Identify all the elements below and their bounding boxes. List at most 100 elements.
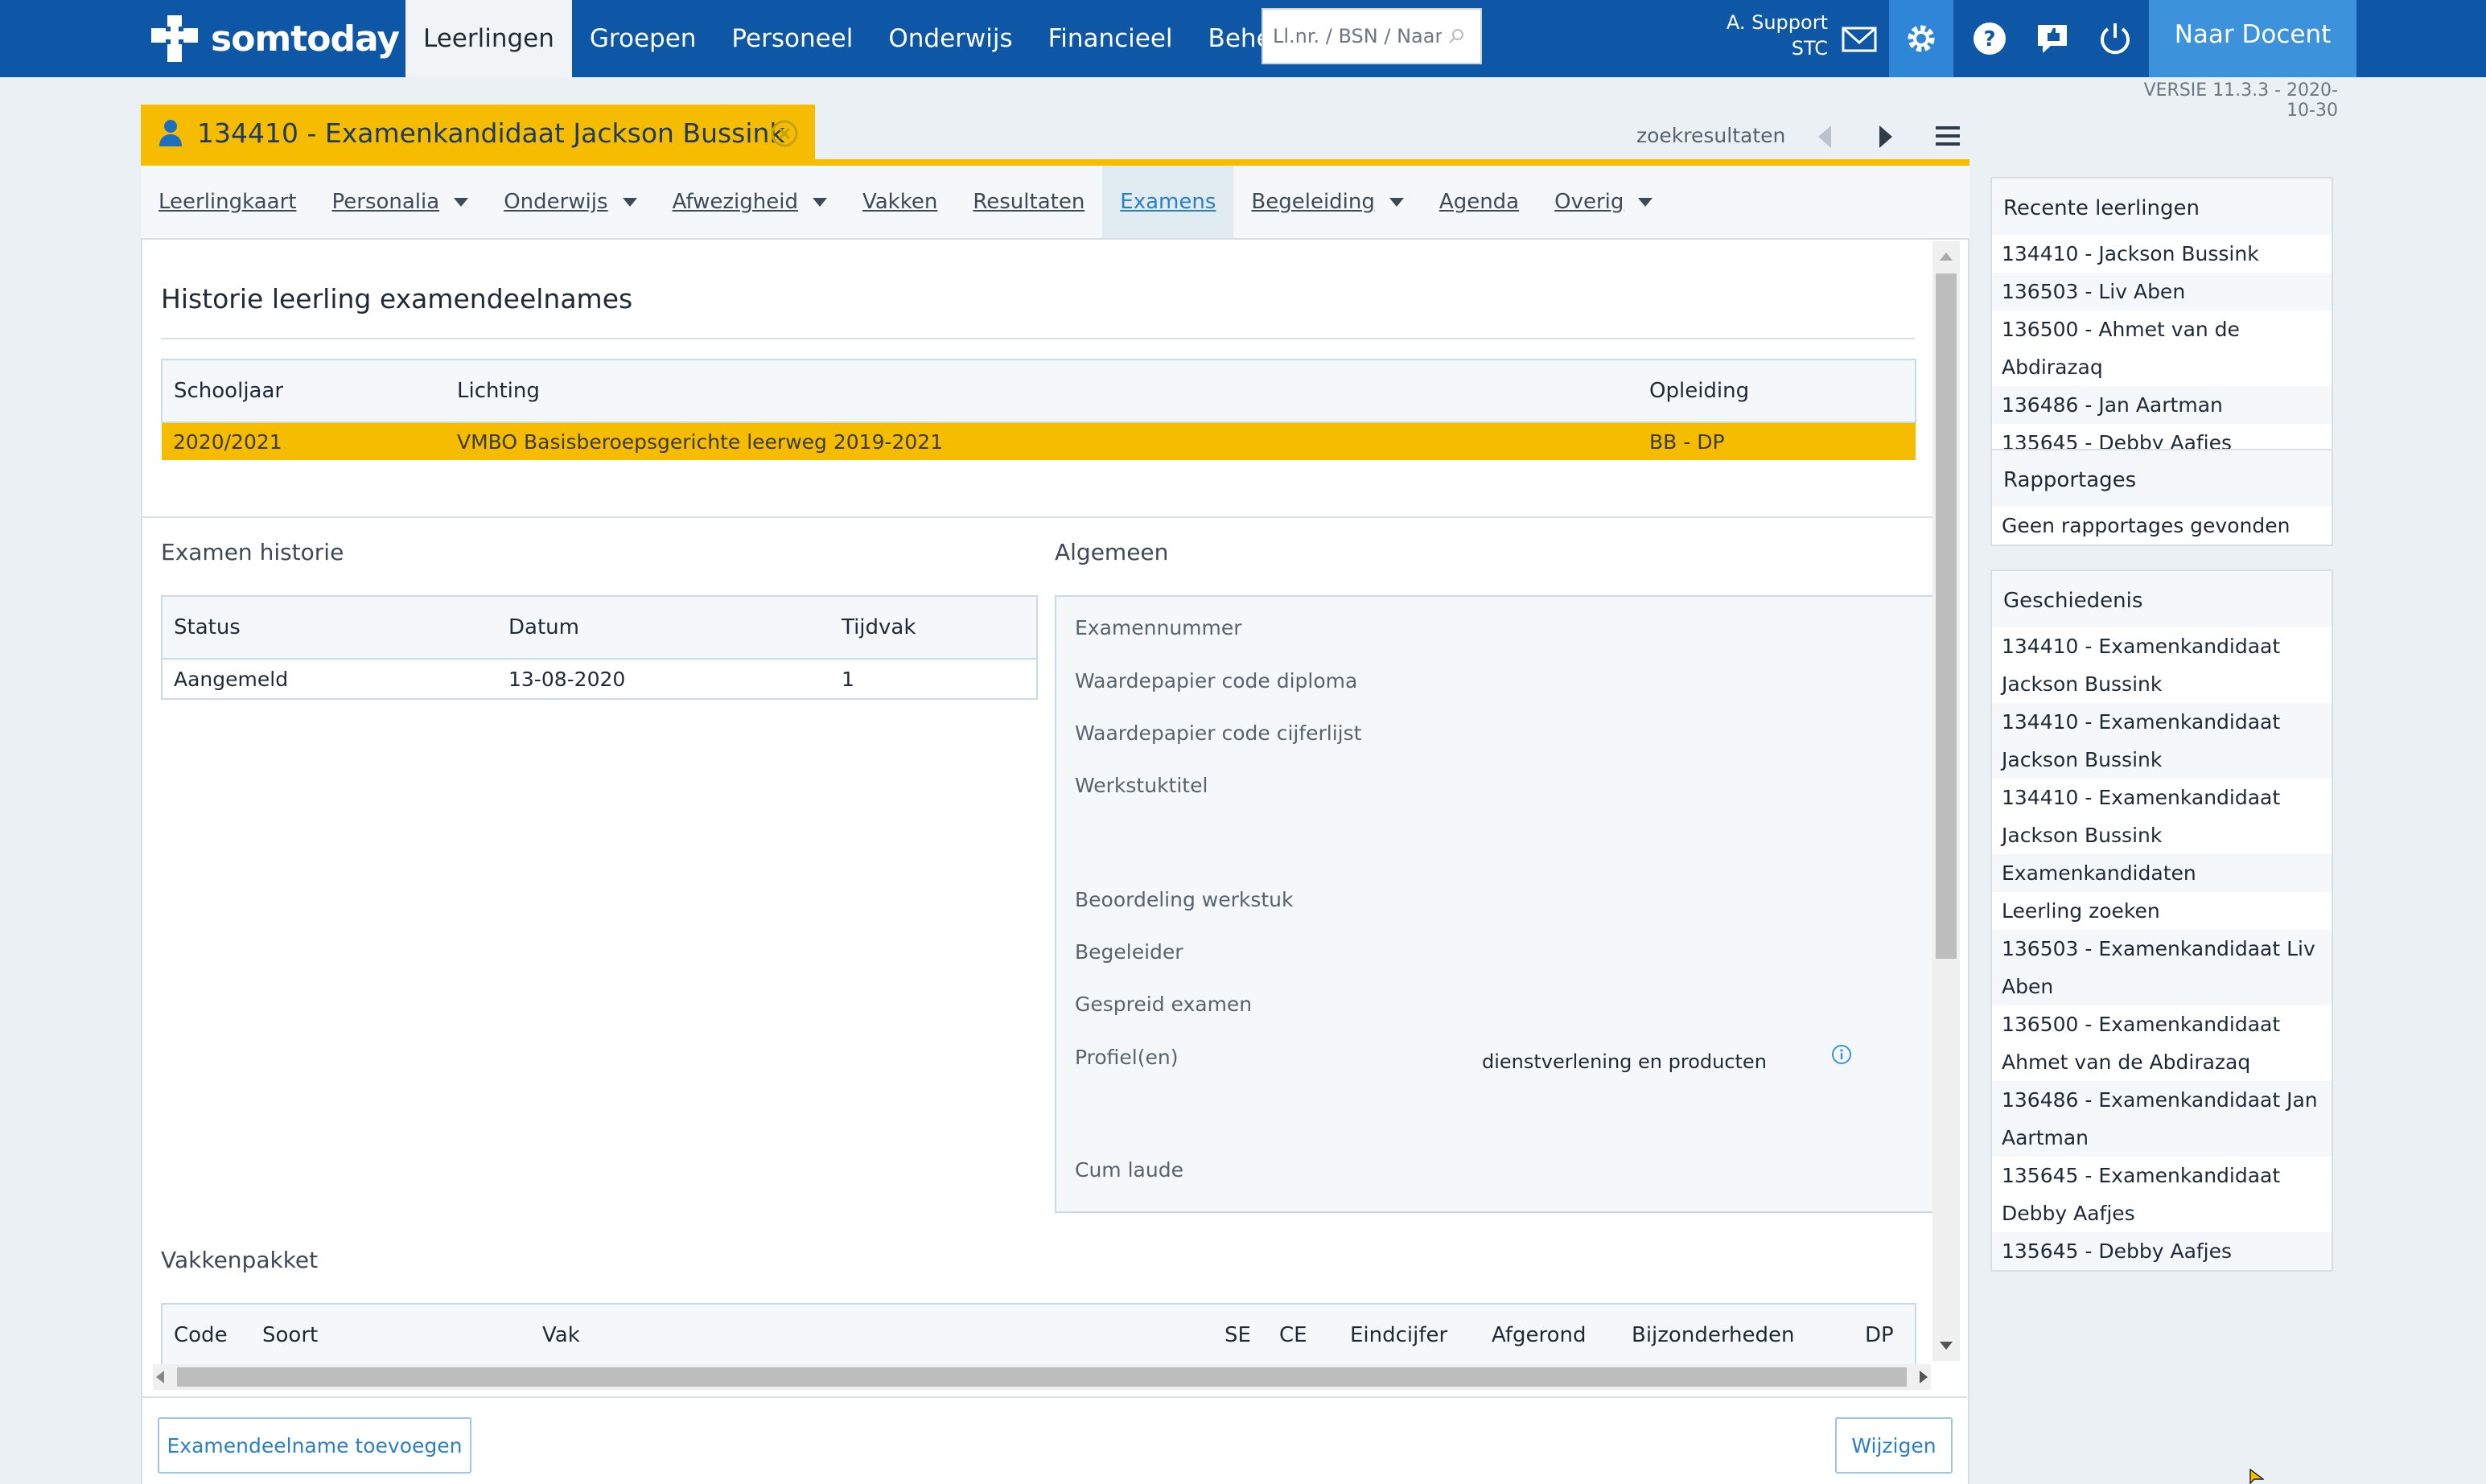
next-arrow-icon[interactable] xyxy=(1876,122,1895,151)
list-item[interactable]: Aartman xyxy=(1992,1119,2332,1157)
column-header[interactable]: Code xyxy=(161,1303,251,1367)
cell-opleiding: BB - DP xyxy=(1638,422,1916,460)
table-row[interactable]: 2020/2021 VMBO Basisberoepsgerichte leer… xyxy=(162,422,1916,460)
version-label: VERSIE 11.3.3 - 2020-10-30 xyxy=(2143,80,2338,121)
examendeelname-toevoegen-button[interactable]: Examendeelname toevoegen xyxy=(158,1417,471,1474)
list-item[interactable]: 134410 - Examenkandidaat xyxy=(1992,779,2332,816)
nav-leerlingen[interactable]: Leerlingen xyxy=(405,0,572,77)
list-item[interactable]: Examenkandidaten xyxy=(1992,854,2332,892)
column-header[interactable]: Lichting xyxy=(446,359,1638,423)
help-button[interactable]: ? xyxy=(1969,0,2010,77)
list-item[interactable]: Jackson Bussink xyxy=(1992,741,2332,779)
caret-down-icon xyxy=(622,197,637,207)
subnav-label: Afwezigheid xyxy=(672,190,798,214)
column-header[interactable]: CE xyxy=(1268,1303,1339,1367)
student-tab[interactable]: 134410 - Examenkandidaat Jackson Bussink xyxy=(141,105,815,161)
subnav-resultaten[interactable]: Resultaten xyxy=(955,166,1102,238)
list-item[interactable]: 134410 - Examenkandidaat xyxy=(1992,703,2332,741)
list-item[interactable]: Jackson Bussink xyxy=(1992,665,2332,703)
tab-underline xyxy=(141,159,1969,166)
list-item[interactable]: Aben xyxy=(1992,968,2332,1005)
student-tab-title: 134410 - Examenkandidaat Jackson Bussink xyxy=(197,117,785,149)
list-item[interactable]: 136486 - Jan Aartman xyxy=(1992,386,2332,424)
list-item[interactable]: 136503 - Liv Aben xyxy=(1992,273,2332,310)
naar-docent-button[interactable]: Naar Docent xyxy=(2149,0,2356,77)
list-item[interactable]: 136486 - Examenkandidaat Jan xyxy=(1992,1081,2332,1119)
wijzigen-button[interactable]: Wijzigen xyxy=(1835,1417,1953,1474)
nav-onderwijs[interactable]: Onderwijs xyxy=(871,0,1030,77)
nav-groepen[interactable]: Groepen xyxy=(572,0,714,77)
subnav-overig[interactable]: Overig xyxy=(1537,166,1670,238)
column-header[interactable]: DP xyxy=(1854,1303,1916,1367)
nav-personeel[interactable]: Personeel xyxy=(714,0,871,77)
column-header[interactable]: Afgerond xyxy=(1480,1303,1620,1367)
scroll-right-arrow-icon[interactable] xyxy=(1920,1371,1928,1383)
recente-leerlingen-card: Recente leerlingen 134410 - Jackson Buss… xyxy=(1990,177,2333,463)
person-icon xyxy=(159,120,182,146)
gear-icon xyxy=(1908,25,1935,52)
logo[interactable]: somtoday xyxy=(150,11,400,66)
settings-button[interactable] xyxy=(1889,0,1953,77)
subnav-label: Vakken xyxy=(862,190,938,214)
table-header: Code Soort Vak SE CE Eindcijfer Afgerond… xyxy=(161,1303,1916,1367)
mail-button[interactable] xyxy=(1839,0,1879,77)
column-header[interactable]: Bijzonderheden xyxy=(1620,1303,1854,1367)
subnav-personalia[interactable]: Personalia xyxy=(315,166,487,238)
list-item[interactable]: Debby Aafjes xyxy=(1992,1194,2332,1232)
column-header[interactable]: SE xyxy=(1213,1303,1268,1367)
label-cum-laude: Cum laude xyxy=(1075,1158,1183,1182)
table-row[interactable]: Aangemeld 13-08-2020 1 xyxy=(161,659,1038,700)
column-header[interactable]: Schooljaar xyxy=(161,359,446,423)
hamburger-menu-icon[interactable] xyxy=(1934,124,1961,148)
label-waardepapier-cijferlijst: Waardepapier code cijferlijst xyxy=(1075,721,1362,745)
subnav-examens[interactable]: Examens xyxy=(1102,166,1234,238)
list-item[interactable]: 136500 - Examenkandidaat xyxy=(1992,1005,2332,1043)
list-item[interactable]: 135645 - Examenkandidaat xyxy=(1992,1157,2332,1194)
column-header[interactable]: Tijdvak xyxy=(830,595,1038,660)
subnav-leerlingkaart[interactable]: Leerlingkaart xyxy=(141,166,315,238)
column-header[interactable]: Soort xyxy=(251,1303,531,1367)
info-icon[interactable] xyxy=(1831,1044,1852,1065)
search-input[interactable] xyxy=(1271,24,1443,48)
scroll-down-arrow-icon[interactable] xyxy=(1940,1342,1953,1350)
previous-arrow-icon[interactable] xyxy=(1815,122,1834,151)
label-begeleider: Begeleider xyxy=(1075,940,1183,964)
subnav-afwezigheid[interactable]: Afwezigheid xyxy=(655,166,845,238)
user-name: A. Support xyxy=(1726,11,1828,34)
column-header[interactable]: Opleiding xyxy=(1638,359,1916,423)
column-header[interactable]: Datum xyxy=(497,595,830,660)
column-header[interactable]: Status xyxy=(161,595,497,660)
vertical-scrollbar[interactable] xyxy=(1932,241,1960,1361)
list-item[interactable]: 136503 - Examenkandidaat Liv xyxy=(1992,930,2332,968)
column-header[interactable]: Eindcijfer xyxy=(1339,1303,1480,1367)
list-item[interactable]: 134410 - Examenkandidaat xyxy=(1992,627,2332,665)
subnav-vakken[interactable]: Vakken xyxy=(845,166,955,238)
list-item[interactable]: Ahmet van de Abdirazaq xyxy=(1992,1043,2332,1081)
scrollbar-thumb[interactable] xyxy=(1936,273,1957,959)
subnav-begeleiding[interactable]: Begeleiding xyxy=(1233,166,1422,238)
user-info[interactable]: A. Support STC xyxy=(1714,10,1828,61)
list-item[interactable]: 136500 - Ahmet van de Abdirazaq xyxy=(1992,310,2332,386)
list-item[interactable]: 134410 - Jackson Bussink xyxy=(1992,235,2332,273)
list-item[interactable]: Leerling zoeken xyxy=(1992,892,2332,930)
feedback-button[interactable] xyxy=(2032,0,2072,77)
subnav-label: Onderwijs xyxy=(504,190,608,214)
label-profielen: Profiel(en) xyxy=(1075,1046,1179,1069)
horizontal-scrollbar[interactable] xyxy=(153,1364,1931,1390)
subnav-onderwijs[interactable]: Onderwijs xyxy=(486,166,654,238)
section-title-vakkenpakket: Vakkenpakket xyxy=(161,1247,319,1273)
close-icon[interactable] xyxy=(770,119,799,148)
scrollbar-thumb[interactable] xyxy=(177,1367,1907,1387)
list-item[interactable]: 135645 - Debby Aafjes xyxy=(1992,1232,2332,1270)
scroll-left-arrow-icon[interactable] xyxy=(156,1371,164,1383)
main-navigation: Leerlingen Groepen Personeel Onderwijs F… xyxy=(405,0,1315,77)
logout-button[interactable] xyxy=(2095,0,2135,77)
subnav-agenda[interactable]: Agenda xyxy=(1422,166,1537,238)
student-subnav: Leerlingkaart Personalia Onderwijs Afwez… xyxy=(141,166,1969,240)
column-header[interactable]: Vak xyxy=(531,1303,1213,1367)
list-item[interactable]: Jackson Bussink xyxy=(1992,816,2332,854)
search-icon[interactable] xyxy=(1447,27,1466,46)
mail-icon xyxy=(1842,27,1877,52)
scroll-up-arrow-icon[interactable] xyxy=(1940,253,1953,261)
nav-financieel[interactable]: Financieel xyxy=(1031,0,1191,77)
